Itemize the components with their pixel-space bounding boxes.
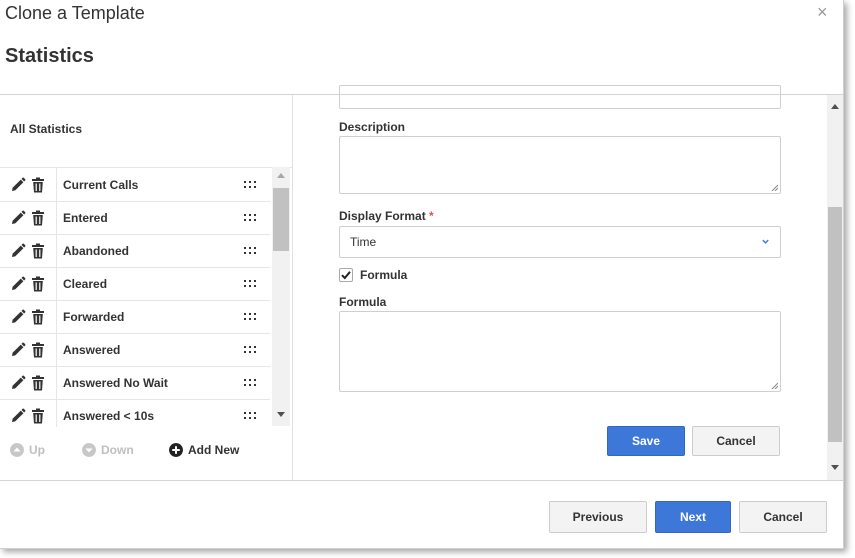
list-item[interactable]: Forwarded [0, 300, 270, 334]
trash-icon[interactable] [31, 375, 45, 391]
list-item-label: Entered [63, 211, 108, 225]
row-actions [0, 201, 57, 234]
arrow-up-circle-icon [10, 443, 24, 457]
display-format-value: Time [350, 235, 377, 249]
list-item[interactable]: Entered [0, 201, 270, 235]
checkmark-icon[interactable] [339, 268, 353, 282]
display-format-select[interactable]: Time [339, 226, 781, 258]
description-textarea[interactable] [339, 136, 781, 194]
form-cancel-button[interactable]: Cancel [692, 426, 780, 456]
statistic-form-pane: Description Display Format * Time Formul… [293, 85, 843, 480]
drag-handle-icon[interactable] [244, 181, 256, 188]
list-item[interactable]: Answered No Wait [0, 366, 270, 400]
statistics-list-pane: All Statistics Current Calls Entered Aba… [0, 95, 293, 480]
list-item-label: Answered [63, 343, 121, 357]
trash-icon[interactable] [31, 408, 45, 424]
row-actions [0, 333, 57, 366]
trash-icon[interactable] [31, 342, 45, 358]
clone-template-dialog: Clone a Template × Statistics All Statis… [0, 0, 844, 549]
row-actions [0, 234, 57, 267]
list-scrollbar[interactable] [272, 167, 290, 426]
scroll-down-arrow-icon[interactable] [831, 465, 839, 470]
list-item[interactable]: Abandoned [0, 234, 270, 268]
row-actions [0, 168, 57, 201]
list-item-label: Abandoned [63, 244, 129, 258]
plus-circle-icon [169, 443, 183, 457]
trash-icon[interactable] [31, 276, 45, 292]
previous-button[interactable]: Previous [549, 501, 647, 533]
pencil-icon[interactable] [10, 309, 26, 325]
resize-handle-icon[interactable] [771, 184, 778, 191]
row-actions [0, 366, 57, 399]
scrollbar-thumb[interactable] [828, 207, 842, 442]
list-item-label: Answered No Wait [63, 376, 168, 390]
all-statistics-heading: All Statistics [10, 122, 83, 136]
list-item-label: Cleared [63, 277, 108, 291]
drag-handle-icon[interactable] [244, 280, 256, 287]
trash-icon[interactable] [31, 210, 45, 226]
list-item[interactable]: Answered [0, 333, 270, 367]
name-input[interactable] [339, 85, 781, 109]
section-title: Statistics [5, 45, 94, 67]
pencil-icon[interactable] [10, 210, 26, 226]
display-format-label-text: Display Format [339, 209, 426, 223]
formula-checkbox-label: Formula [360, 268, 408, 282]
scroll-up-arrow-icon[interactable] [277, 173, 285, 178]
trash-icon[interactable] [31, 243, 45, 259]
drag-handle-icon[interactable] [244, 412, 256, 419]
row-actions [0, 399, 57, 427]
drag-handle-icon[interactable] [244, 346, 256, 353]
drag-handle-icon[interactable] [244, 379, 256, 386]
close-icon[interactable]: × [817, 2, 828, 23]
chevron-down-icon [762, 239, 769, 244]
list-item-label: Answered < 10s [63, 409, 155, 423]
arrow-down-circle-icon [82, 443, 96, 457]
scrollbar-thumb[interactable] [273, 188, 289, 251]
move-up-label: Up [29, 443, 45, 457]
pencil-icon[interactable] [10, 375, 26, 391]
dialog-title: Clone a Template [5, 3, 145, 23]
list-item[interactable]: Answered < 10s [0, 399, 270, 427]
drag-handle-icon[interactable] [244, 214, 256, 221]
list-item-label: Forwarded [63, 310, 125, 324]
drag-handle-icon[interactable] [244, 247, 256, 254]
list-item-label: Current Calls [63, 178, 139, 192]
pencil-icon[interactable] [10, 177, 26, 193]
description-label: Description [339, 120, 406, 134]
list-footer: Up Down Add New [0, 443, 292, 463]
footer-divider [0, 480, 843, 481]
move-down-label: Down [101, 443, 134, 457]
required-marker: * [429, 209, 434, 223]
list-item[interactable]: Current Calls [0, 168, 270, 202]
add-new-button[interactable]: Add New [169, 443, 239, 457]
list-item[interactable]: Cleared [0, 267, 270, 301]
add-new-label: Add New [188, 443, 240, 457]
trash-icon[interactable] [31, 309, 45, 325]
move-up-button[interactable]: Up [10, 443, 45, 457]
scroll-down-arrow-icon[interactable] [277, 412, 285, 417]
display-format-label: Display Format * [339, 209, 434, 223]
pencil-icon[interactable] [10, 276, 26, 292]
wizard-cancel-button[interactable]: Cancel [739, 501, 827, 533]
row-actions [0, 267, 57, 300]
trash-icon[interactable] [31, 177, 45, 193]
drag-handle-icon[interactable] [244, 313, 256, 320]
pencil-icon[interactable] [10, 243, 26, 259]
formula-textarea[interactable] [339, 311, 781, 392]
pencil-icon[interactable] [10, 342, 26, 358]
formula-checkbox-row[interactable]: Formula [339, 267, 407, 283]
resize-handle-icon[interactable] [771, 382, 778, 389]
next-button[interactable]: Next [655, 501, 731, 533]
pencil-icon[interactable] [10, 408, 26, 424]
statistics-list: Current Calls Entered Abandoned Cleared … [0, 167, 292, 427]
scroll-up-arrow-icon[interactable] [831, 104, 839, 109]
row-actions [0, 300, 57, 333]
save-button[interactable]: Save [607, 426, 685, 456]
form-scrollbar[interactable] [827, 95, 843, 480]
move-down-button[interactable]: Down [82, 443, 134, 457]
formula-label: Formula [339, 295, 387, 309]
